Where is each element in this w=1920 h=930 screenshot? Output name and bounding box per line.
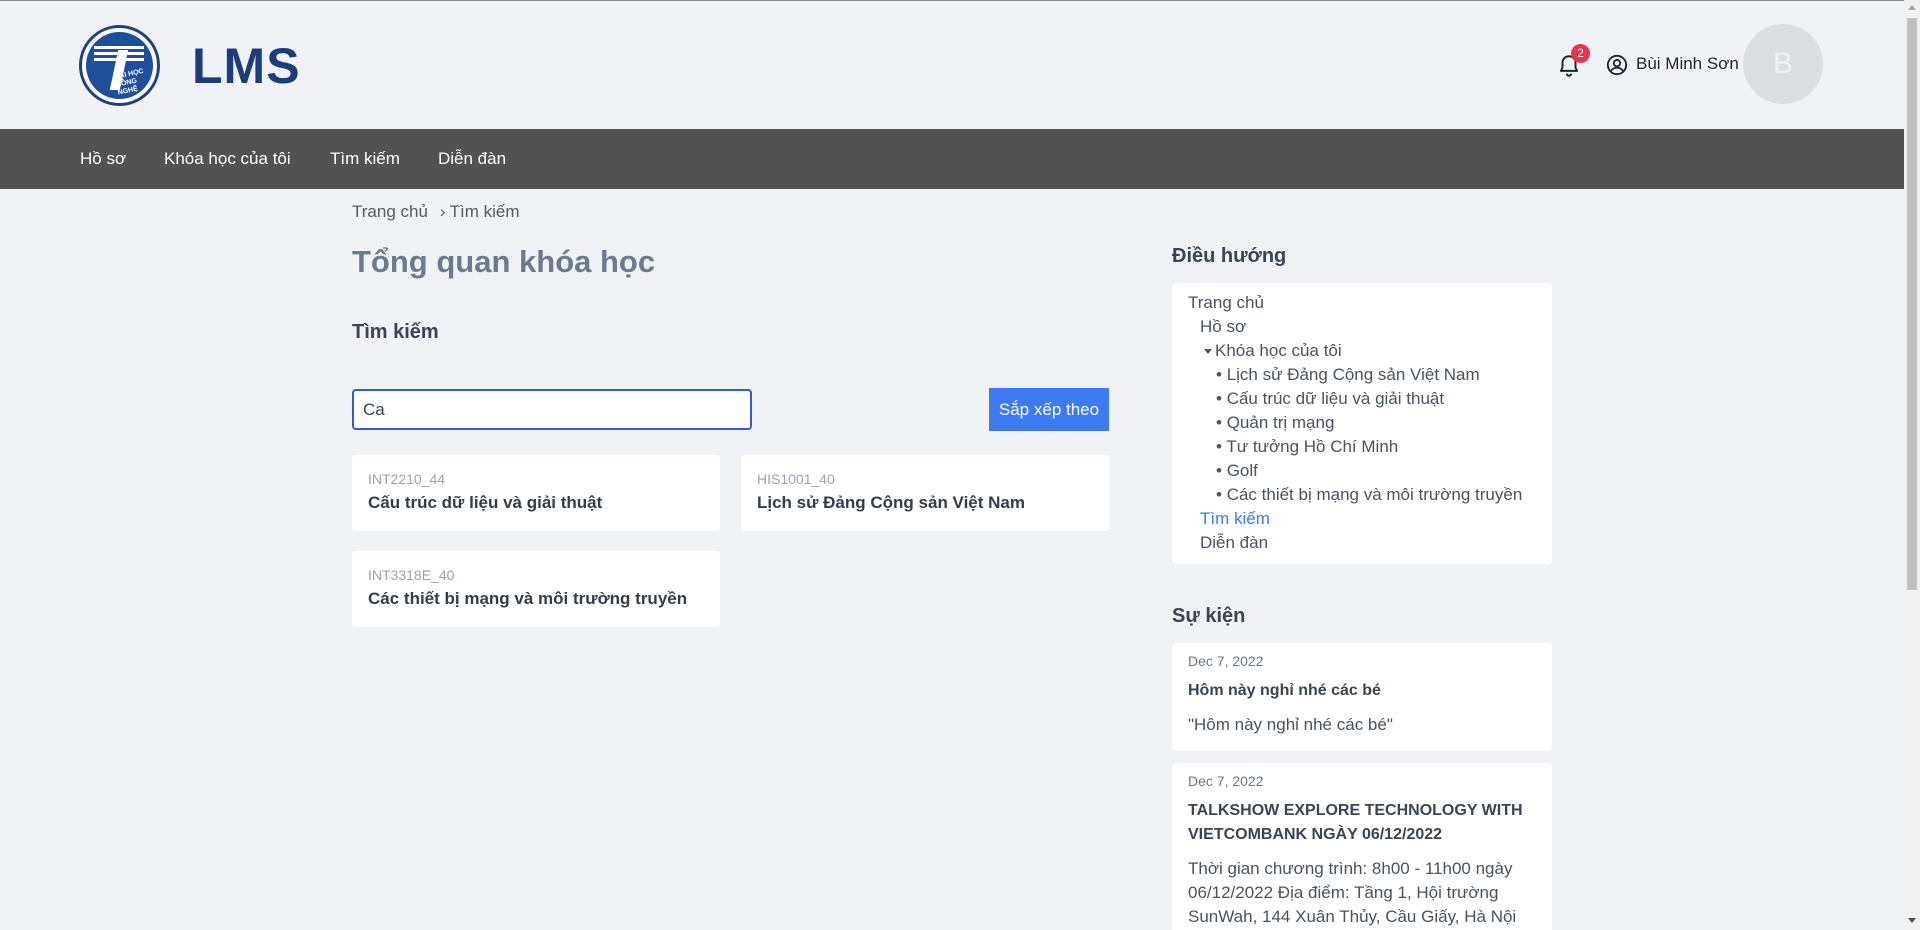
events-title: Sự kiện [1172, 605, 1246, 627]
nav-tree-course-label: Quản trị mạng [1226, 413, 1335, 432]
event-date: Dec 7, 2022 [1188, 773, 1264, 789]
course-code: HIS1001_40 [757, 471, 835, 487]
event-title[interactable]: TALKSHOW EXPLORE TECHNOLOGY WITH VIETCOM… [1188, 799, 1536, 847]
avatar[interactable]: B [1743, 24, 1823, 104]
page-scrollbar[interactable] [1904, 0, 1920, 930]
nav-tree-profile[interactable]: Hồ sơ [1200, 317, 1246, 337]
nav-item-search[interactable]: Tìm kiếm [330, 149, 400, 169]
search-input[interactable] [352, 389, 752, 430]
scroll-down-arrow-icon[interactable] [1908, 918, 1916, 923]
course-name[interactable]: Lịch sử Đảng Cộng sản Việt Nam [757, 493, 1093, 513]
bullet-icon: • [1216, 437, 1227, 456]
breadcrumb-current: Tìm kiếm [449, 202, 520, 221]
course-code: INT2210_44 [368, 471, 446, 487]
event-description: Thời gian chương trình: 8h00 - 11h00 ngà… [1188, 859, 1517, 926]
bullet-icon: • [1216, 365, 1227, 384]
nav-tree-search[interactable]: Tìm kiếm [1200, 509, 1270, 529]
nav-item-profile[interactable]: Hồ sơ [80, 149, 126, 169]
bullet-icon: • [1216, 413, 1227, 432]
university-logo[interactable]: ĐẠI HỌC CÔNG NGHỆ [79, 25, 160, 106]
course-card[interactable]: INT3318E_40 Các thiết bị mạng và môi trư… [352, 551, 720, 627]
nav-tree-course[interactable]: • Golf [1216, 461, 1258, 481]
nav-tree-course[interactable]: • Cấu trúc dữ liệu và giải thuật [1216, 389, 1444, 409]
navigation-tree: Trang chủ Hồ sơ Khóa học của tôi • Lịch … [1172, 283, 1552, 564]
caret-down-icon[interactable] [1204, 349, 1212, 355]
user-name[interactable]: Bùi Minh Sơn [1636, 54, 1739, 74]
bullet-icon: • [1216, 461, 1227, 480]
course-card[interactable]: INT2210_44 Cấu trúc dữ liệu và giải thuậ… [352, 455, 720, 531]
event-description: "Hôm này nghỉ nhé các bé" [1188, 715, 1393, 734]
nav-tree-forum[interactable]: Diễn đàn [1200, 533, 1268, 553]
main-navbar: Hồ sơ Khóa học của tôi Tìm kiếm Diễn đàn [0, 129, 1904, 189]
nav-tree-course[interactable]: • Quản trị mạng [1216, 413, 1334, 433]
scroll-up-arrow-icon[interactable] [1908, 5, 1916, 10]
event-date: Dec 7, 2022 [1188, 653, 1264, 669]
navigation-title: Điều hướng [1172, 245, 1287, 267]
nav-tree-course[interactable]: • Các thiết bị mạng và môi trường truyền [1216, 485, 1522, 505]
notification-badge: 2 [1571, 44, 1590, 63]
nav-tree-course[interactable]: • Lịch sử Đảng Cộng sản Việt Nam [1216, 365, 1480, 385]
nav-item-forum[interactable]: Diễn đàn [438, 149, 506, 169]
event-card[interactable]: Dec 7, 2022 TALKSHOW EXPLORE TECHNOLOGY … [1172, 763, 1552, 930]
user-circle-icon[interactable] [1606, 54, 1628, 76]
event-card[interactable]: Dec 7, 2022 Hôm này nghỉ nhé các bé "Hôm… [1172, 643, 1552, 751]
bullet-icon: • [1216, 389, 1227, 408]
nav-tree-course-label: Tư tưởng Hồ Chí Minh [1226, 437, 1399, 456]
nav-tree-course-label: Cấu trúc dữ liệu và giải thuật [1226, 389, 1445, 408]
event-title[interactable]: Hôm này nghỉ nhé các bé [1188, 679, 1536, 703]
nav-item-my-courses[interactable]: Khóa học của tôi [164, 149, 291, 169]
course-code: INT3318E_40 [368, 567, 455, 583]
nav-tree-course-label: Golf [1226, 461, 1258, 480]
breadcrumb-separator: › [439, 202, 446, 221]
nav-tree-course-label: Các thiết bị mạng và môi trường truyền [1226, 485, 1523, 504]
breadcrumb: Trang chủ › Tìm kiếm [352, 202, 519, 222]
nav-tree-my-courses-label: Khóa học của tôi [1215, 341, 1342, 360]
course-name[interactable]: Cấu trúc dữ liệu và giải thuật [368, 493, 704, 513]
bullet-icon: • [1216, 485, 1227, 504]
breadcrumb-home[interactable]: Trang chủ [352, 202, 428, 221]
scrollbar-thumb[interactable] [1907, 18, 1917, 590]
nav-tree-my-courses[interactable]: Khóa học của tôi [1204, 341, 1342, 361]
brand-title[interactable]: LMS [192, 37, 301, 95]
page-title: Tổng quan khóa học [352, 244, 656, 279]
nav-tree-course[interactable]: • Tư tưởng Hồ Chí Minh [1216, 437, 1398, 457]
course-name[interactable]: Các thiết bị mạng và môi trường truyền [368, 589, 704, 609]
section-title: Tìm kiếm [352, 321, 439, 343]
logo-emblem: ĐẠI HỌC CÔNG NGHỆ [86, 32, 153, 99]
course-card[interactable]: HIS1001_40 Lịch sử Đảng Cộng sản Việt Na… [741, 455, 1109, 531]
nav-tree-home[interactable]: Trang chủ [1188, 293, 1264, 313]
logo-stripe [94, 46, 144, 49]
nav-tree-course-label: Lịch sử Đảng Cộng sản Việt Nam [1226, 365, 1480, 384]
sort-button[interactable]: Sắp xếp theo [989, 388, 1109, 431]
